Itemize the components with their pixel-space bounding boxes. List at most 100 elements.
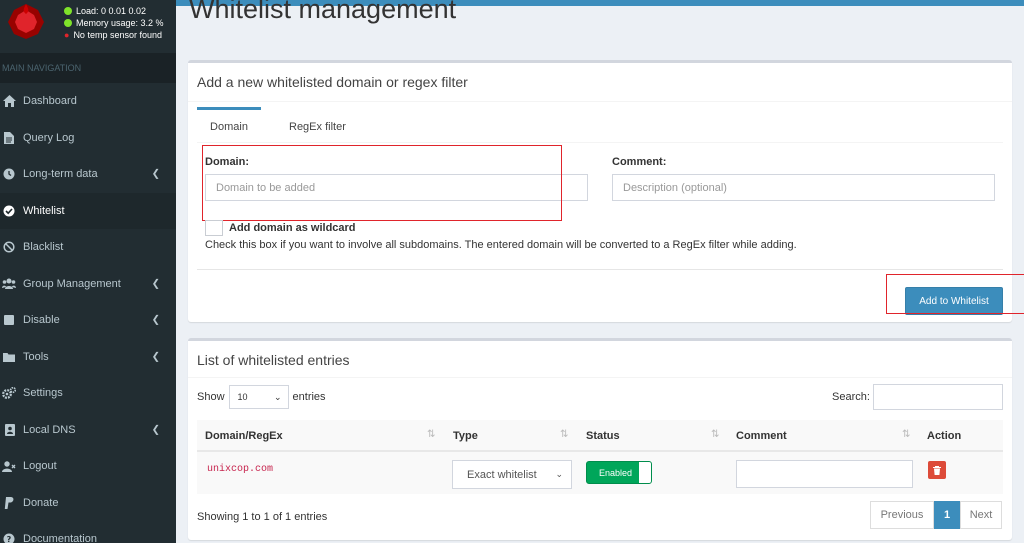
next-page-button[interactable]: Next (960, 501, 1002, 529)
whitelist-entries-box: List of whitelisted entries Show 10 ⌄ en… (188, 338, 1012, 540)
sidebar-item-label: Logout (23, 460, 57, 473)
main-navigation: Dashboard Query Log Long-term data ❮ Whi… (0, 83, 176, 543)
tab-domain[interactable]: Domain (197, 107, 261, 143)
user-times-icon (2, 459, 16, 473)
row-comment-input[interactable] (736, 460, 913, 488)
page-1-button[interactable]: 1 (934, 501, 960, 529)
question-circle-icon: ? (2, 532, 16, 543)
sidebar-item-label: Dashboard (23, 95, 77, 108)
previous-page-button[interactable]: Previous (870, 501, 934, 529)
status-toggle[interactable]: Enabled (586, 461, 652, 484)
column-header-type[interactable]: Type (445, 420, 577, 450)
show-label: Show (197, 391, 225, 403)
add-to-whitelist-button[interactable]: Add to Whitelist (905, 287, 1003, 315)
column-header-comment[interactable]: Comment (728, 420, 918, 450)
column-header-action: Action (919, 420, 999, 450)
sidebar-item-label: Disable (23, 314, 60, 327)
column-label: Comment (736, 430, 787, 442)
sidebar-item-blacklist[interactable]: Blacklist (0, 229, 176, 266)
sidebar-item-whitelist[interactable]: Whitelist (0, 192, 176, 229)
chevron-left-icon: ❮ (151, 168, 160, 180)
column-label: Type (453, 430, 478, 442)
search-input[interactable] (873, 384, 1003, 410)
sidebar-item-logout[interactable]: Logout (0, 448, 176, 485)
memory-status: Memory usage: 3.2 % (76, 18, 164, 28)
paypal-icon (2, 496, 16, 510)
address-book-icon (2, 423, 16, 437)
sidebar-item-label: Tools (23, 350, 49, 363)
domain-input[interactable] (205, 174, 588, 201)
chevron-left-icon: ❮ (151, 351, 160, 363)
status-value: Enabled (599, 468, 633, 478)
sidebar-item-label: Long-term data (23, 168, 98, 181)
tab-regex-filter[interactable]: RegEx filter (277, 107, 358, 143)
file-icon (2, 131, 16, 145)
check-circle-icon (2, 204, 16, 218)
chevron-down-icon: ⌄ (555, 469, 563, 479)
status-dot-icon (64, 19, 72, 27)
divider (188, 101, 1012, 102)
column-header-domain[interactable]: Domain/RegEx (197, 420, 444, 450)
chevron-left-icon: ❮ (151, 424, 160, 436)
sidebar-item-disable[interactable]: Disable ❮ (0, 302, 176, 339)
home-icon (2, 94, 16, 108)
delete-button[interactable] (928, 461, 946, 479)
sort-icon: ⇅ (560, 429, 569, 440)
sidebar-item-local-dns[interactable]: Local DNS ❮ (0, 412, 176, 449)
page-size-control: Show 10 ⌄ entries (197, 385, 326, 409)
sidebar-item-tools[interactable]: Tools ❮ (0, 339, 176, 376)
pagination: Previous 1 Next (870, 501, 1002, 529)
sort-icon: ⇅ (902, 429, 911, 440)
sidebar-item-label: Settings (23, 387, 63, 400)
chevron-down-icon: ⌄ (273, 391, 282, 402)
temperature-icon: ● (64, 30, 70, 40)
chevron-left-icon: ❮ (151, 314, 160, 326)
type-value: Exact whitelist (467, 469, 537, 481)
load-status: Load: 0 0.01 0.02 (76, 6, 147, 16)
sidebar-item-label: Blacklist (23, 241, 64, 254)
sidebar-item-dashboard[interactable]: Dashboard (0, 83, 176, 120)
column-label: Status (586, 430, 620, 442)
sidebar-item-label: Group Management (23, 277, 121, 290)
comment-label: Comment: (612, 156, 667, 168)
users-icon (2, 277, 16, 291)
sidebar-item-donate[interactable]: Donate (0, 485, 176, 522)
system-status: Load: 0 0.01 0.02 Memory usage: 3.2 % ● N… (64, 5, 164, 41)
page-size-value: 10 (237, 392, 248, 402)
svg-text:?: ? (7, 535, 12, 543)
sort-icon: ⇅ (711, 429, 720, 440)
history-icon (2, 167, 16, 181)
sidebar-item-documentation[interactable]: ? Documentation (0, 521, 176, 543)
search-label: Search: (832, 391, 870, 403)
sidebar-item-query-log[interactable]: Query Log (0, 120, 176, 157)
sidebar-item-settings[interactable]: Settings (0, 375, 176, 412)
wildcard-checkbox[interactable] (205, 220, 223, 236)
folder-icon (2, 350, 16, 364)
wildcard-hint: Check this box if you want to involve al… (205, 239, 797, 251)
trash-icon (933, 465, 941, 475)
cogs-icon (2, 386, 16, 400)
temp-status: No temp sensor found (73, 30, 162, 40)
box-title: List of whitelisted entries (197, 352, 350, 368)
sidebar-item-group-management[interactable]: Group Management ❮ (0, 266, 176, 303)
sidebar-item-long-term-data[interactable]: Long-term data ❮ (0, 156, 176, 193)
sidebar-item-label: Local DNS (23, 423, 76, 436)
nav-header: MAIN NAVIGATION (0, 53, 176, 83)
status-dot-icon (64, 7, 72, 15)
chevron-left-icon: ❮ (151, 278, 160, 290)
tab-bar: Domain RegEx filter (197, 107, 1003, 143)
divider (188, 377, 1012, 378)
column-header-status[interactable]: Status (578, 420, 728, 450)
wildcard-label: Add domain as wildcard (229, 222, 356, 234)
pihole-logo[interactable] (4, 2, 48, 40)
box-title: Add a new whitelisted domain or regex fi… (197, 74, 468, 90)
page-size-select[interactable]: 10 ⌄ (228, 385, 289, 409)
domain-cell: unixcop.com (207, 464, 274, 475)
divider (197, 269, 1003, 270)
comment-input[interactable] (612, 174, 995, 201)
column-label: Action (927, 430, 962, 442)
table-row: unixcop.com Exact whitelist ⌄ Enabled (197, 452, 1003, 494)
stop-icon (2, 313, 16, 327)
type-select[interactable]: Exact whitelist ⌄ (452, 460, 572, 489)
table-info: Showing 1 to 1 of 1 entries (197, 511, 328, 523)
